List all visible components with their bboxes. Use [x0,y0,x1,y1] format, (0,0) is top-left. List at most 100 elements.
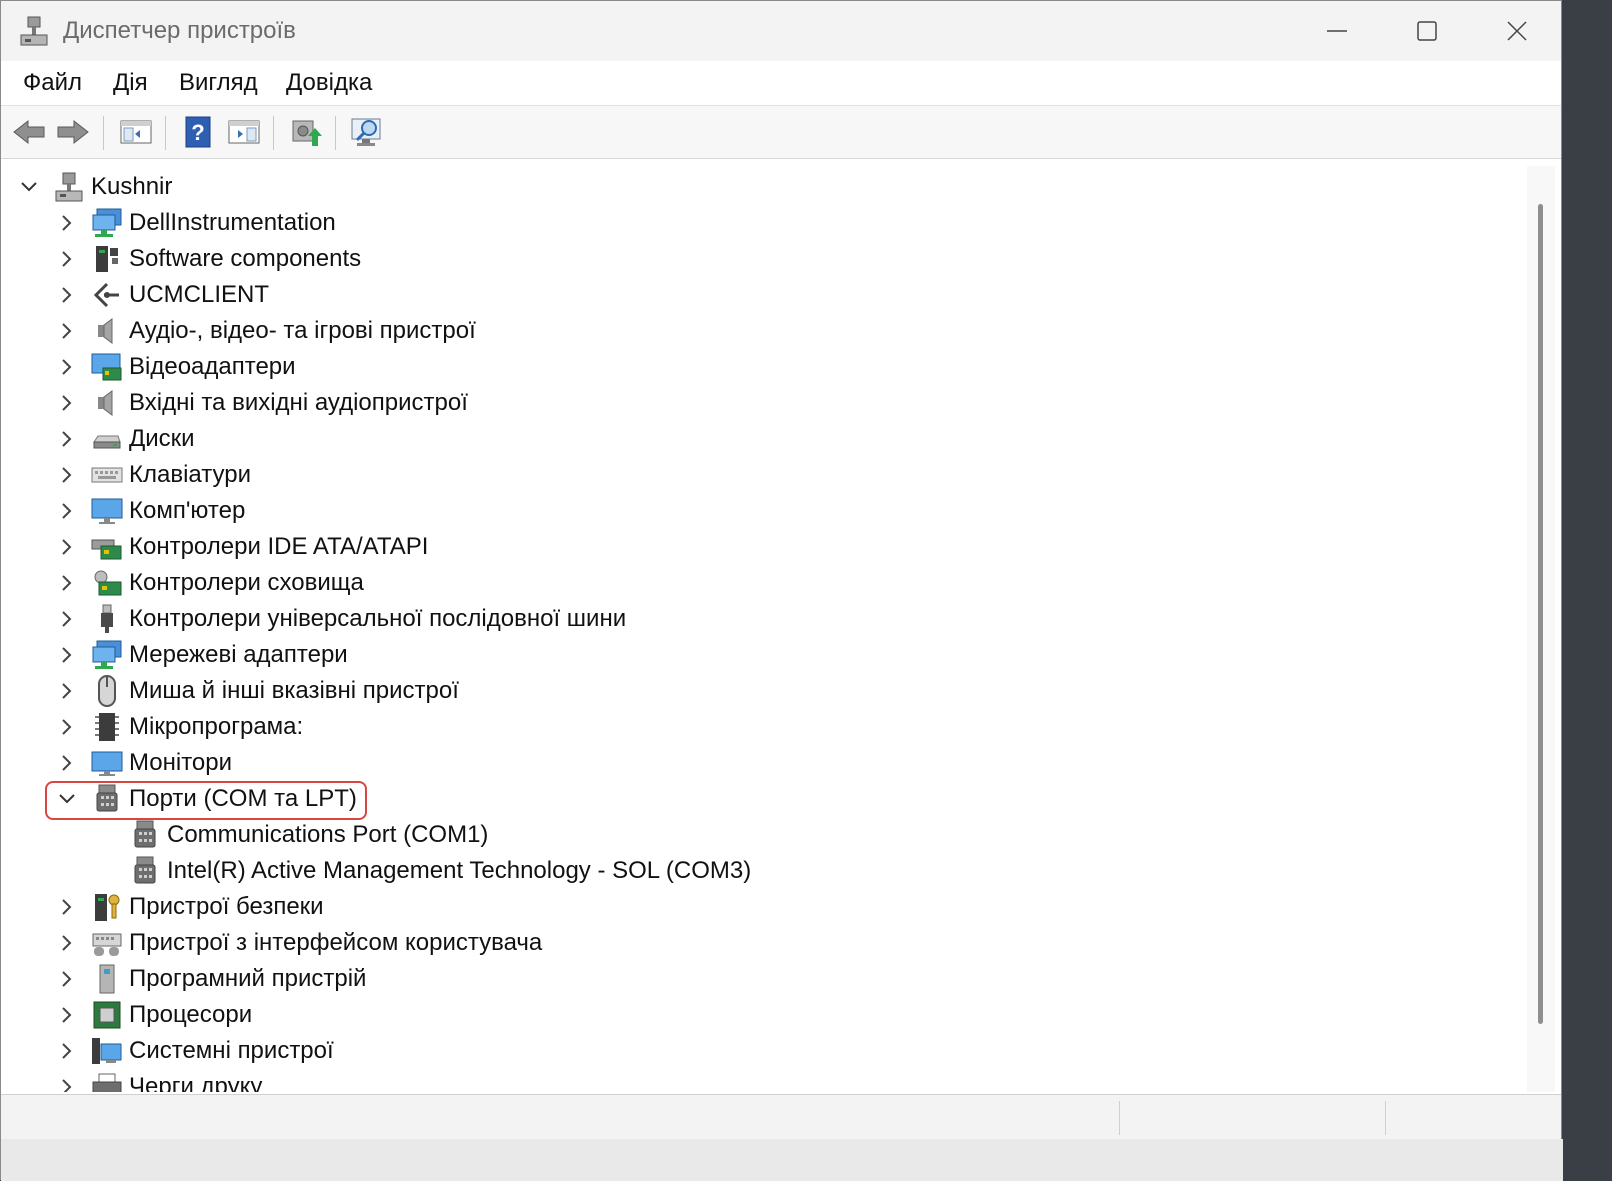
chevron-right-icon[interactable] [55,457,79,493]
tree-child-label: Communications Port (COM1) [167,821,489,848]
tree-item-software-components[interactable]: Software components [55,241,361,277]
maximize-button[interactable] [1381,1,1473,61]
firmware-chip-icon [91,711,123,743]
tree-item-label: Комп'ютер [129,497,246,524]
tree-item-monitors[interactable]: Монітори [55,745,232,781]
tree-item-storage-controllers[interactable]: Контролери сховища [55,565,364,601]
storage-controller-icon [91,567,123,599]
chevron-right-icon[interactable] [55,385,79,421]
tree-item-label: Миша й інші вказівні пристрої [129,677,459,704]
ide-controller-icon [91,531,123,563]
system-devices-icon [91,1035,123,1067]
software-device-icon [91,963,123,995]
tree-item-display-adapters[interactable]: Відеоадаптери [55,349,296,385]
chevron-right-icon[interactable] [55,565,79,601]
menu-help[interactable]: Довідка [282,69,376,97]
tree-root[interactable]: Kushnir [17,169,172,205]
chevron-right-icon[interactable] [55,313,79,349]
tree-item-firmware[interactable]: Мікропрограма: [55,709,303,745]
toolbar-separator [273,116,274,150]
tree-item-mice[interactable]: Миша й інші вказівні пристрої [55,673,459,709]
vertical-scrollbar[interactable] [1527,166,1555,1092]
network-adapter-icon [91,639,123,671]
port-icon [129,819,161,851]
tree-item-disk-drives[interactable]: Диски [55,421,195,457]
port-icon [129,855,161,887]
device-manager-app-icon [19,15,49,47]
tree-item-processors[interactable]: Процесори [55,997,252,1033]
help-icon[interactable]: ? [180,114,216,150]
chevron-right-icon[interactable] [55,889,79,925]
title-bar: Диспетчер пристроїв [1,1,1561,61]
tree-item-label: Системні пристрої [129,1037,334,1064]
tree-item-system-devices[interactable]: Системні пристрої [55,1033,334,1069]
tree-item-security-devices[interactable]: Пристрої безпеки [55,889,324,925]
show-action-pane-icon[interactable] [226,114,262,150]
monitor-icon [91,747,123,779]
tree-item-label: Мережеві адаптери [129,641,348,668]
tree-item-usb-controllers[interactable]: Контролери універсальної послідовної шин… [55,601,626,637]
chevron-right-icon[interactable] [55,925,79,961]
chevron-right-icon[interactable] [55,349,79,385]
chevron-right-icon[interactable] [55,529,79,565]
minimize-button[interactable] [1291,1,1383,61]
tree-item-hid[interactable]: Пристрої з інтерфейсом користувача [55,925,542,961]
menu-action[interactable]: Дія [109,69,152,97]
window-title: Диспетчер пристроїв [63,17,296,44]
chevron-right-icon[interactable] [55,961,79,997]
computer-icon [91,495,123,527]
network-monitor-icon [91,207,123,239]
tree-item-audio-video-game[interactable]: Аудіо-, відео- та ігрові пристрої [55,313,476,349]
scrollbar-thumb[interactable] [1538,204,1543,1024]
tree-child-com3[interactable]: Intel(R) Active Management Technology - … [117,853,751,889]
chevron-right-icon[interactable] [55,421,79,457]
chevron-right-icon[interactable] [55,205,79,241]
ports-highlight-annotation [45,781,367,820]
tree-item-label: Процесори [129,1001,253,1028]
chevron-right-icon[interactable] [55,241,79,277]
chevron-right-icon[interactable] [55,637,79,673]
chevron-right-icon[interactable] [55,493,79,529]
chevron-down-icon[interactable] [17,169,41,205]
tree-item-dell-instrumentation[interactable]: DellInstrumentation [55,205,336,241]
back-arrow-icon[interactable] [11,114,47,150]
menu-file[interactable]: Файл [19,69,86,97]
tree-item-label: Клавіатури [129,461,251,488]
tree-item-ide-controllers[interactable]: Контролери IDE ATA/ATAPI [55,529,428,565]
close-button[interactable] [1471,1,1563,61]
menu-view[interactable]: Вигляд [175,69,262,97]
tree-item-computer[interactable]: Комп'ютер [55,493,245,529]
show-hide-console-tree-icon[interactable] [118,114,154,150]
chevron-right-icon[interactable] [55,1033,79,1069]
chevron-right-icon[interactable] [55,1069,79,1092]
chevron-right-icon[interactable] [55,745,79,781]
tree-item-label: Монітори [129,749,233,776]
toolbar-separator [103,116,104,150]
toolbar: ? [1,106,1561,159]
display-adapter-icon [91,351,123,383]
tree-item-ucmclient[interactable]: UCMCLIENT [55,277,269,313]
bottom-strip [1,1139,1563,1181]
tree-item-label: Software components [129,245,362,272]
tree-item-network-adapters[interactable]: Мережеві адаптери [55,637,348,673]
tree-child-com1[interactable]: Communications Port (COM1) [117,817,488,853]
tree-item-print-queues[interactable]: Черги друку [55,1069,262,1092]
security-device-icon [91,891,123,923]
chevron-right-icon[interactable] [55,601,79,637]
chevron-right-icon[interactable] [55,709,79,745]
tree-item-label: Програмний пристрій [129,965,367,992]
tree-item-keyboards[interactable]: Клавіатури [55,457,251,493]
scan-hardware-changes-icon[interactable] [350,114,386,150]
forward-arrow-icon[interactable] [55,114,91,150]
update-driver-icon[interactable] [288,114,324,150]
tree-item-software-device[interactable]: Програмний пристрій [55,961,366,997]
chevron-right-icon[interactable] [55,277,79,313]
tree-item-label: Контролери універсальної послідовної шин… [129,605,627,632]
tree-item-audio-inputs-outputs[interactable]: Вхідні та вихідні аудіопристрої [55,385,468,421]
chevron-right-icon[interactable] [55,673,79,709]
chevron-right-icon[interactable] [55,997,79,1033]
mouse-icon [91,675,123,707]
tree-item-label: UCMCLIENT [129,281,270,308]
usb-icon [91,603,123,635]
tree-root-label: Kushnir [91,173,173,200]
